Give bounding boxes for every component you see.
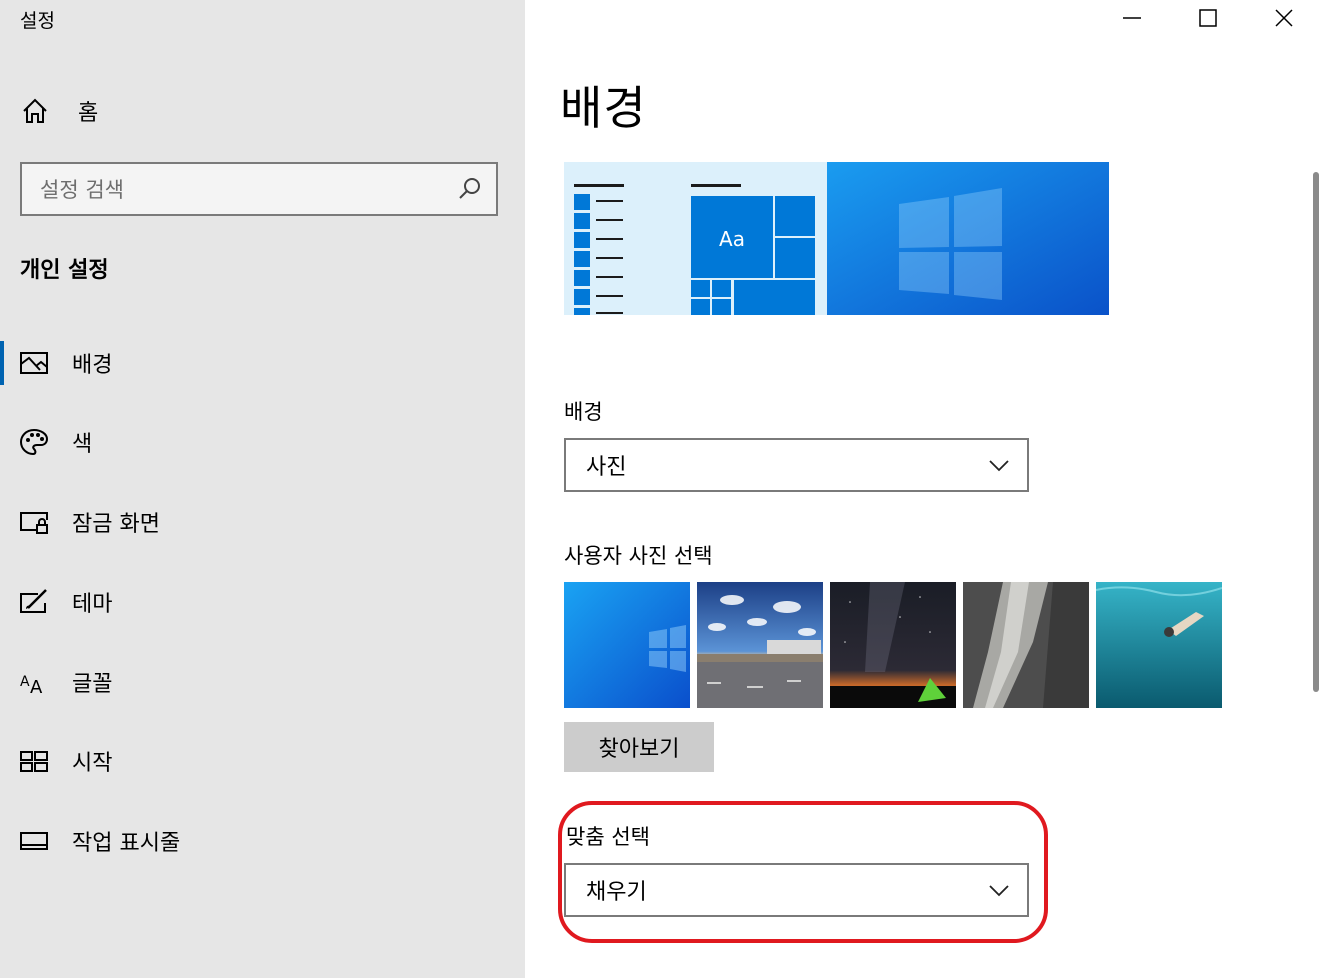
- background-preview: Aa: [564, 162, 1109, 315]
- photo-thumbnail-windows[interactable]: [564, 582, 690, 708]
- maximize-icon: [1199, 9, 1217, 27]
- fit-dropdown[interactable]: 채우기: [564, 863, 1029, 917]
- taskbar-icon: [20, 832, 48, 850]
- minimize-icon: [1123, 17, 1141, 19]
- indicator: [0, 819, 4, 863]
- nav-item-label: 글꼴: [72, 672, 113, 697]
- font-icon: A A: [20, 674, 43, 698]
- home-button[interactable]: 홈: [20, 92, 98, 130]
- photo-thumbnail-rock[interactable]: [963, 582, 1089, 708]
- theme-icon: [20, 589, 47, 613]
- picture-icon: [20, 352, 48, 374]
- nav-item-label: 색: [72, 432, 93, 457]
- close-icon: [1275, 9, 1293, 27]
- nav-item-label: 시작: [72, 751, 113, 776]
- svg-text:A: A: [30, 677, 43, 698]
- photos-label: 사용자 사진 선택: [564, 544, 713, 568]
- minimize-button[interactable]: [1094, 0, 1170, 36]
- background-label: 배경: [564, 400, 603, 424]
- nav-item-lock-screen[interactable]: 잠금 화면: [0, 494, 525, 550]
- fit-label: 맞춤 선택: [566, 825, 650, 849]
- nav-item-theme[interactable]: 테마: [0, 574, 525, 630]
- indicator: [0, 500, 4, 544]
- search-placeholder: 설정 검색: [40, 178, 124, 202]
- settings-window: 설정 홈 설정 검색 개인 설정 배경 색 잠금 화면 테마 A A 글꼴 시작…: [0, 0, 1325, 978]
- photo-thumbnails: [564, 582, 1224, 708]
- svg-text:A: A: [20, 674, 30, 690]
- nav-item-label: 작업 표시줄: [72, 831, 181, 856]
- start-icon: [20, 751, 48, 772]
- page-title: 배경: [560, 81, 647, 135]
- chevron-down-icon: [989, 885, 1009, 897]
- indicator: [0, 580, 4, 624]
- background-dropdown[interactable]: 사진: [564, 438, 1029, 492]
- chevron-down-icon: [989, 460, 1009, 472]
- nav-item-taskbar[interactable]: 작업 표시줄: [0, 813, 525, 869]
- home-icon: [23, 98, 47, 123]
- nav-item-color[interactable]: 색: [0, 414, 525, 470]
- photo-thumbnail-night-sky[interactable]: [830, 582, 956, 708]
- search-icon[interactable]: [454, 174, 484, 204]
- maximize-button[interactable]: [1170, 0, 1246, 36]
- fit-value: 채우기: [586, 880, 647, 905]
- indicator: [0, 660, 4, 704]
- nav-item-background[interactable]: 배경: [0, 335, 525, 391]
- photo-thumbnail-underwater[interactable]: [1096, 582, 1222, 708]
- palette-icon: [19, 428, 49, 456]
- nav-item-label: 잠금 화면: [72, 512, 160, 537]
- close-button[interactable]: [1246, 0, 1322, 36]
- search-input[interactable]: 설정 검색: [20, 162, 498, 216]
- browse-button[interactable]: 찾아보기: [564, 722, 714, 772]
- scrollbar[interactable]: [1313, 172, 1319, 692]
- lock-screen-icon: [20, 512, 48, 534]
- navigation-pane: 설정 홈 설정 검색 개인 설정 배경 색 잠금 화면 테마 A A 글꼴 시작…: [0, 0, 525, 978]
- background-value: 사진: [586, 455, 627, 480]
- indicator: [0, 420, 4, 464]
- section-title: 개인 설정: [20, 258, 109, 283]
- nav-item-fonts[interactable]: A A 글꼴: [0, 654, 525, 710]
- active-indicator: [0, 341, 4, 385]
- app-title: 설정: [20, 10, 55, 32]
- preview-tile-text: Aa: [719, 227, 745, 251]
- nav-item-label: 배경: [72, 353, 113, 378]
- nav-item-label: 테마: [72, 592, 113, 617]
- nav-item-start[interactable]: 시작: [0, 733, 525, 789]
- photo-thumbnail-airport[interactable]: [697, 582, 823, 708]
- home-label: 홈: [78, 101, 99, 126]
- indicator: [0, 739, 4, 783]
